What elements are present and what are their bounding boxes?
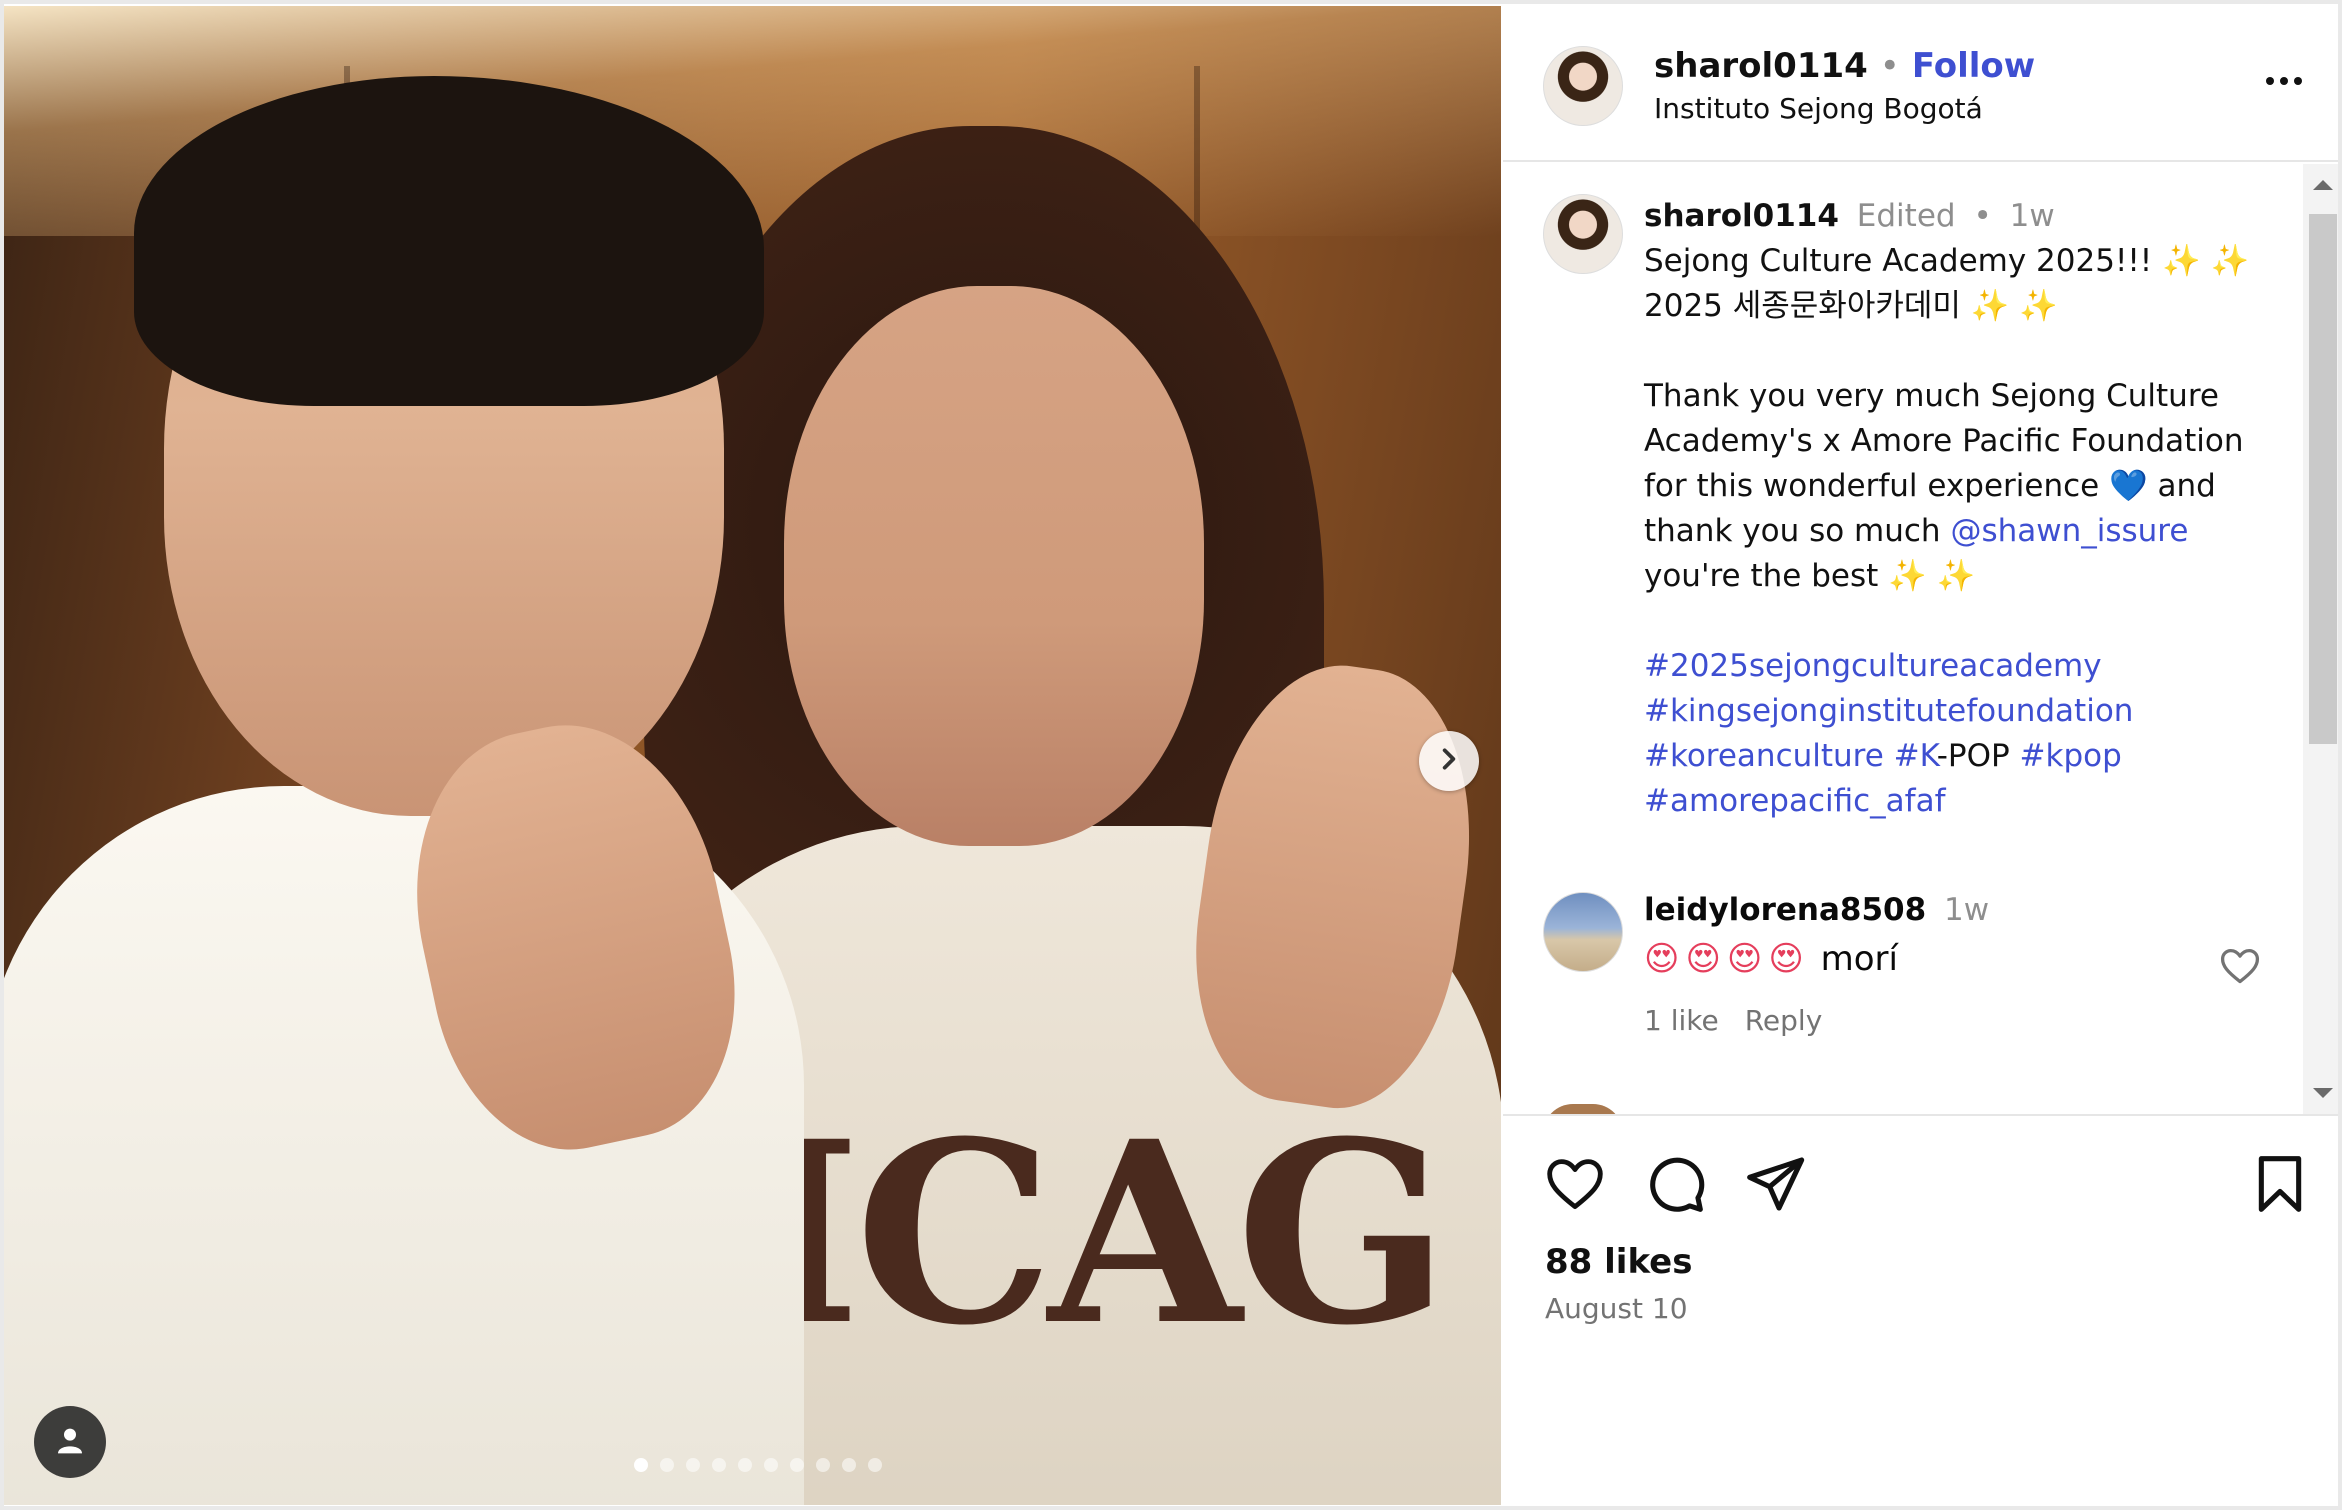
more-dot-icon (2294, 77, 2302, 85)
caption-line: and (2147, 468, 2216, 504)
hashtag-link[interactable]: #kpop (2020, 738, 2122, 774)
caption-line: Sejong Culture Academy 2025!!! (1644, 243, 2163, 279)
follow-button[interactable]: Follow (1912, 46, 2035, 86)
reply-button[interactable]: Reply (1745, 998, 1823, 1043)
carousel-indicator (634, 1458, 882, 1472)
sparkles-emoji: ✨ ✨ (2162, 243, 2250, 279)
carousel-dot (738, 1458, 752, 1472)
carousel-dot (764, 1458, 778, 1472)
caption-line: you're the best (1644, 558, 1889, 594)
more-options-button[interactable] (2259, 66, 2309, 96)
comment-like-count[interactable]: 1 like (1644, 998, 1719, 1043)
person-icon (54, 1424, 86, 1460)
carousel-dot (634, 1458, 648, 1472)
caption-author-avatar[interactable] (1543, 194, 1623, 274)
caption-line: Thank you very much Sejong Culture (1644, 378, 2219, 414)
caption-username[interactable]: sharol0114 (1644, 198, 1839, 234)
comment-time[interactable]: 1w (1944, 892, 1989, 928)
woman-face (784, 286, 1204, 846)
edited-label: Edited (1856, 198, 1956, 234)
mention-link[interactable]: @shawn_issure (1950, 513, 2188, 549)
carousel-dot (842, 1458, 856, 1472)
caption-line: for this wonderful experience (1644, 468, 2110, 504)
comment-actions: 1 like Reply (1644, 998, 2204, 1043)
heart-eyes-emoji: 😍😍😍😍 (1644, 939, 1810, 979)
heart-icon[interactable] (1543, 1152, 1607, 1216)
caption-line: -POP (1936, 738, 2020, 774)
comment-icon[interactable] (1643, 1152, 1707, 1216)
comment-text: morí (1820, 939, 1898, 979)
next-image-button[interactable] (1419, 731, 1479, 791)
caption-line: Academy's x Amore Pacific Foundation (1644, 423, 2244, 459)
author-avatar[interactable] (1543, 46, 1623, 126)
comment: leidylorena8508 1w 😍😍😍😍 morí 1 like Repl… (1644, 888, 2204, 1043)
sweatshirt-lettering: ICAG (744, 1086, 1449, 1380)
carousel-dot (686, 1458, 700, 1472)
carousel-dot (790, 1458, 804, 1472)
send-icon[interactable] (1743, 1152, 1807, 1216)
tagged-users-button[interactable] (34, 1406, 106, 1478)
blue-heart-emoji: 💙 (2109, 468, 2148, 504)
carousel-dot (816, 1458, 830, 1472)
carousel-dot (660, 1458, 674, 1472)
comments-panel[interactable]: sharol0114 Edited • 1w Sejong Culture Ac… (1503, 164, 2342, 1114)
chevron-right-icon (1436, 746, 1462, 776)
scroll-down-arrow-icon[interactable] (2313, 1088, 2333, 1098)
author-username[interactable]: sharol0114 (1654, 46, 1868, 86)
caption-time[interactable]: 1w (2010, 198, 2055, 234)
more-dot-icon (2266, 77, 2274, 85)
bookmark-icon[interactable] (2248, 1152, 2312, 1216)
post-media[interactable]: ICAG (4, 6, 1501, 1505)
sparkles-emoji: ✨ ✨ (1888, 558, 1976, 594)
sparkles-emoji: ✨ ✨ (1970, 288, 2058, 324)
hashtag-link[interactable]: #kingsejonginstitutefoundation (1644, 693, 2133, 729)
scroll-up-arrow-icon[interactable] (2313, 180, 2333, 190)
next-commenter-avatar[interactable] (1543, 1104, 1623, 1114)
caption-line: 2025 세종문화아카데미 (1644, 288, 1971, 324)
post-date[interactable]: August 10 (1545, 1292, 1688, 1325)
post-sidebar: sharol0114 • Follow Instituto Sejong Bog… (1503, 6, 2342, 1510)
hashtag-link[interactable]: #amorepacific_afaf (1644, 783, 1946, 819)
hashtag-link[interactable]: #koreanculture (1644, 738, 1884, 774)
separator-dot: • (1879, 46, 1900, 86)
post-header: sharol0114 • Follow Instituto Sejong Bog… (1503, 6, 2342, 162)
post-actions: 88 likes August 10 (1503, 1114, 2342, 1510)
comments-scrollbar[interactable] (2303, 164, 2342, 1114)
hashtag-link[interactable]: #K (1884, 738, 1937, 774)
commenter-avatar[interactable] (1543, 892, 1623, 972)
caption-line: thank you so much (1644, 513, 1951, 549)
header-user-row: sharol0114 • Follow (1654, 46, 2035, 86)
carousel-dot (712, 1458, 726, 1472)
comment-like-heart-icon[interactable] (2218, 944, 2262, 988)
likes-count[interactable]: 88 likes (1545, 1242, 1692, 1282)
scrollbar-thumb[interactable] (2309, 214, 2337, 744)
post-caption: sharol0114 Edited • 1w Sejong Culture Ac… (1644, 194, 2284, 824)
comment-username[interactable]: leidylorena8508 (1644, 892, 1926, 928)
hashtag-link[interactable]: #2025sejongcultureacademy (1644, 648, 2102, 684)
more-dot-icon (2280, 77, 2288, 85)
comment-text-row: 😍😍😍😍 morí (1644, 937, 2204, 982)
post-location[interactable]: Instituto Sejong Bogotá (1654, 92, 1983, 125)
separator-dot: • (1973, 198, 1992, 234)
carousel-dot (868, 1458, 882, 1472)
